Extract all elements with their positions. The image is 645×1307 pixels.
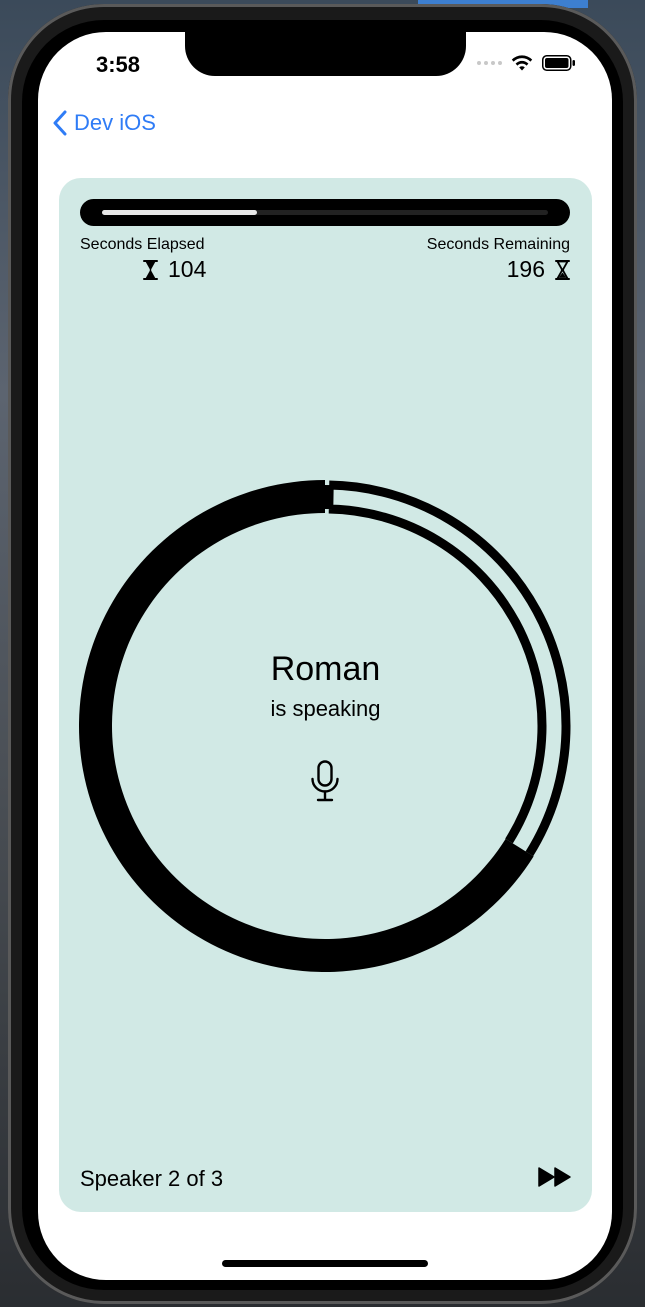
device-screen: 3:58 Dev iOS Seconds Elapsed Seconds Rem…	[38, 32, 612, 1280]
back-button[interactable]: Dev iOS	[52, 110, 156, 136]
seconds-elapsed: 104	[143, 256, 206, 283]
wifi-icon	[511, 55, 533, 71]
mic-icon	[311, 760, 339, 802]
battery-icon	[542, 55, 575, 71]
hourglass-bottom-icon	[555, 259, 570, 280]
seconds-remaining-label: Seconds Remaining	[426, 236, 570, 253]
ring-completed-segment	[79, 480, 534, 972]
speaker-counter: Speaker 2 of 3	[80, 1166, 224, 1191]
seconds-elapsed-label: Seconds Elapsed	[80, 236, 205, 253]
chevron-left-icon	[53, 110, 67, 136]
meeting-progress-bar	[80, 199, 570, 226]
skip-speaker-button[interactable]	[538, 1166, 572, 1188]
seconds-elapsed-value: 104	[168, 256, 207, 282]
home-indicator[interactable]	[222, 1260, 428, 1267]
meeting-card: Seconds Elapsed Seconds Remaining 104 19…	[59, 178, 592, 1212]
speaker-status: is speaking	[270, 696, 381, 721]
speaker-timer-ring	[79, 480, 571, 972]
progress-track	[102, 210, 548, 215]
status-time: 3:58	[96, 52, 141, 77]
cellular-dots-icon	[477, 61, 502, 65]
seconds-remaining-value: 196	[506, 256, 545, 282]
hourglass-top-icon	[143, 259, 158, 280]
status-icons	[477, 54, 576, 72]
speaker-name: Roman	[270, 650, 381, 688]
forward-icon	[538, 1167, 571, 1187]
back-button-label: Dev iOS	[74, 110, 156, 135]
notch	[185, 32, 466, 76]
progress-fill	[102, 210, 257, 215]
seconds-remaining: 196	[507, 256, 570, 283]
